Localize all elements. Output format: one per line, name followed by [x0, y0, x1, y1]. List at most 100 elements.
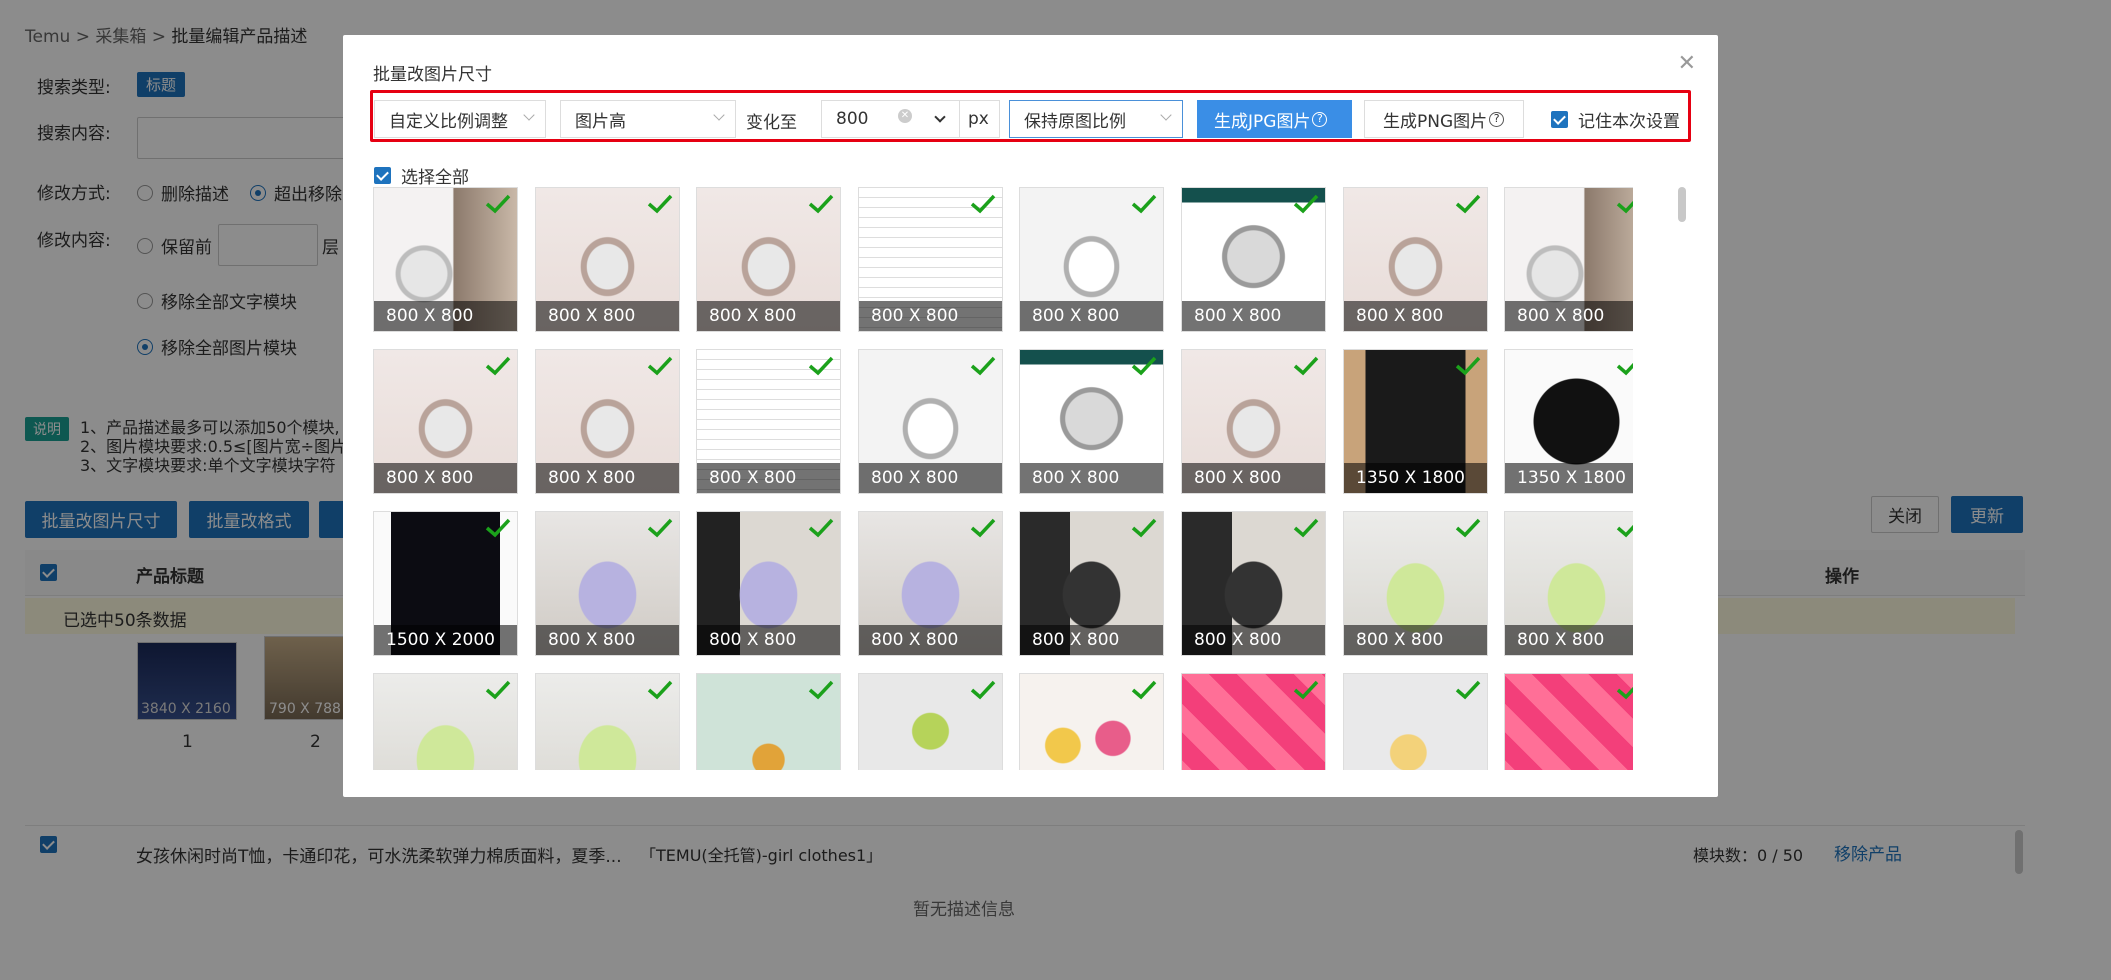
check-icon [1293, 518, 1319, 538]
image-dimensions: 800 X 800 [1020, 625, 1163, 655]
check-icon [808, 194, 834, 214]
image-card[interactable]: 800 X 800 [1019, 511, 1164, 656]
image-card[interactable]: 800 X 800 [1181, 187, 1326, 332]
check-icon [808, 356, 834, 376]
select-all-label: 选择全部 [401, 168, 469, 188]
check-icon [1293, 356, 1319, 376]
image-card[interactable]: 800 X 800 [535, 187, 680, 332]
check-icon [808, 518, 834, 538]
image-dimensions: 800 X 800 [697, 625, 840, 655]
check-icon [1455, 356, 1481, 376]
image-dimensions: 800 X 800 [1182, 463, 1325, 493]
image-card[interactable]: 800 X 800 [696, 511, 841, 656]
remember-checkbox[interactable]: 记住本次设置 [1551, 107, 1680, 132]
resize-modal: 批量改图片尺寸 ✕ 自定义比例调整 图片高 变化至 800 ✕ px 保持原图比… [343, 35, 1718, 797]
check-icon [1131, 680, 1157, 700]
image-card[interactable]: 800 X 800 [1343, 511, 1488, 656]
check-icon [1616, 524, 1633, 538]
image-dimensions: 800 X 800 [536, 301, 679, 331]
image-dimensions: 800 X 800 [1182, 301, 1325, 331]
image-card[interactable]: 800 X 800 [696, 187, 841, 332]
check-icon [1455, 680, 1481, 700]
gen-jpg-label: 生成JPG图片 [1214, 111, 1311, 132]
image-card[interactable] [1504, 673, 1633, 770]
image-card[interactable] [1181, 673, 1326, 770]
image-dimensions: 800 X 800 [1344, 301, 1487, 331]
modal-title: 批量改图片尺寸 [373, 65, 492, 85]
image-card[interactable]: 800 X 800 [858, 511, 1003, 656]
image-card[interactable] [696, 673, 841, 770]
image-card[interactable]: 800 X 800 [373, 349, 518, 494]
image-dimensions: 800 X 800 [697, 463, 840, 493]
mode-select[interactable]: 自定义比例调整 [374, 100, 546, 138]
image-grid: 800 X 800 800 X 800 800 X 800 800 X 800 800 … [373, 187, 1633, 770]
ratio-select-value: 保持原图比例 [1024, 111, 1126, 132]
grid-scrollbar[interactable] [1678, 187, 1686, 222]
close-icon[interactable]: ✕ [1678, 51, 1696, 76]
check-icon [1616, 686, 1633, 700]
image-card[interactable]: 1500 X 2000 [373, 511, 518, 656]
image-card[interactable]: 1350 X 1800 [1504, 349, 1633, 494]
gen-jpg-button[interactable]: 生成JPG图片 ? [1197, 100, 1352, 138]
check-icon [485, 680, 511, 700]
image-dimensions: 800 X 800 [1505, 625, 1633, 655]
image-card[interactable]: 800 X 800 [1019, 187, 1164, 332]
image-card[interactable]: 800 X 800 [535, 349, 680, 494]
check-icon [1616, 200, 1633, 214]
image-card[interactable]: 800 X 800 [1181, 349, 1326, 494]
checkbox-checked-icon [374, 167, 391, 184]
image-dimensions: 800 X 800 [374, 301, 517, 331]
image-card[interactable]: 800 X 800 [1504, 511, 1633, 656]
chevron-down-icon [713, 109, 725, 121]
image-card[interactable]: 800 X 800 [1343, 187, 1488, 332]
checkbox-checked-icon [1551, 111, 1568, 128]
image-card[interactable]: 800 X 800 [1181, 511, 1326, 656]
image-card[interactable]: 800 X 800 [373, 187, 518, 332]
image-card[interactable]: 800 X 800 [535, 511, 680, 656]
unit-dropdown[interactable] [920, 100, 960, 138]
image-dimensions: 800 X 800 [536, 625, 679, 655]
image-card[interactable] [373, 673, 518, 770]
image-dimensions: 800 X 800 [1344, 625, 1487, 655]
image-dimensions: 800 X 800 [859, 625, 1002, 655]
image-dimensions: 800 X 800 [536, 463, 679, 493]
gen-png-label: 生成PNG图片 [1383, 111, 1488, 132]
mode-select-value: 自定义比例调整 [389, 111, 508, 132]
check-icon [970, 356, 996, 376]
select-all-checkbox[interactable]: 选择全部 [374, 163, 469, 188]
ratio-select[interactable]: 保持原图比例 [1009, 100, 1183, 138]
target-select[interactable]: 图片高 [560, 100, 736, 138]
check-icon [647, 356, 673, 376]
check-icon [1616, 362, 1633, 376]
image-card[interactable]: 800 X 800 [858, 349, 1003, 494]
image-card[interactable]: 800 X 800 [1504, 187, 1633, 332]
image-card[interactable] [1343, 673, 1488, 770]
check-icon [647, 518, 673, 538]
image-dimensions: 1350 X 1800 [1505, 463, 1633, 493]
change-to-label: 变化至 [746, 113, 797, 133]
size-value: 800 [836, 109, 869, 129]
image-dimensions: 800 X 800 [1505, 301, 1633, 331]
image-card[interactable]: 800 X 800 [696, 349, 841, 494]
image-card[interactable] [1019, 673, 1164, 770]
image-dimensions: 800 X 800 [374, 463, 517, 493]
check-icon [647, 194, 673, 214]
unit-label-box: px [960, 100, 1000, 138]
size-value-input[interactable]: 800 ✕ [821, 100, 921, 138]
image-card[interactable]: 1350 X 1800 [1343, 349, 1488, 494]
clear-icon[interactable]: ✕ [898, 109, 912, 123]
check-icon [485, 194, 511, 214]
gen-png-button[interactable]: 生成PNG图片 ? [1364, 100, 1524, 138]
image-card[interactable] [535, 673, 680, 770]
check-icon [1131, 356, 1157, 376]
image-dimensions: 1350 X 1800 [1344, 463, 1487, 493]
check-icon [1131, 518, 1157, 538]
check-icon [647, 680, 673, 700]
image-dimensions: 800 X 800 [859, 463, 1002, 493]
image-dimensions: 800 X 800 [1182, 625, 1325, 655]
image-card[interactable]: 800 X 800 [1019, 349, 1164, 494]
help-icon: ? [1489, 111, 1505, 127]
image-card[interactable] [858, 673, 1003, 770]
check-icon [1293, 680, 1319, 700]
image-card[interactable]: 800 X 800 [858, 187, 1003, 332]
